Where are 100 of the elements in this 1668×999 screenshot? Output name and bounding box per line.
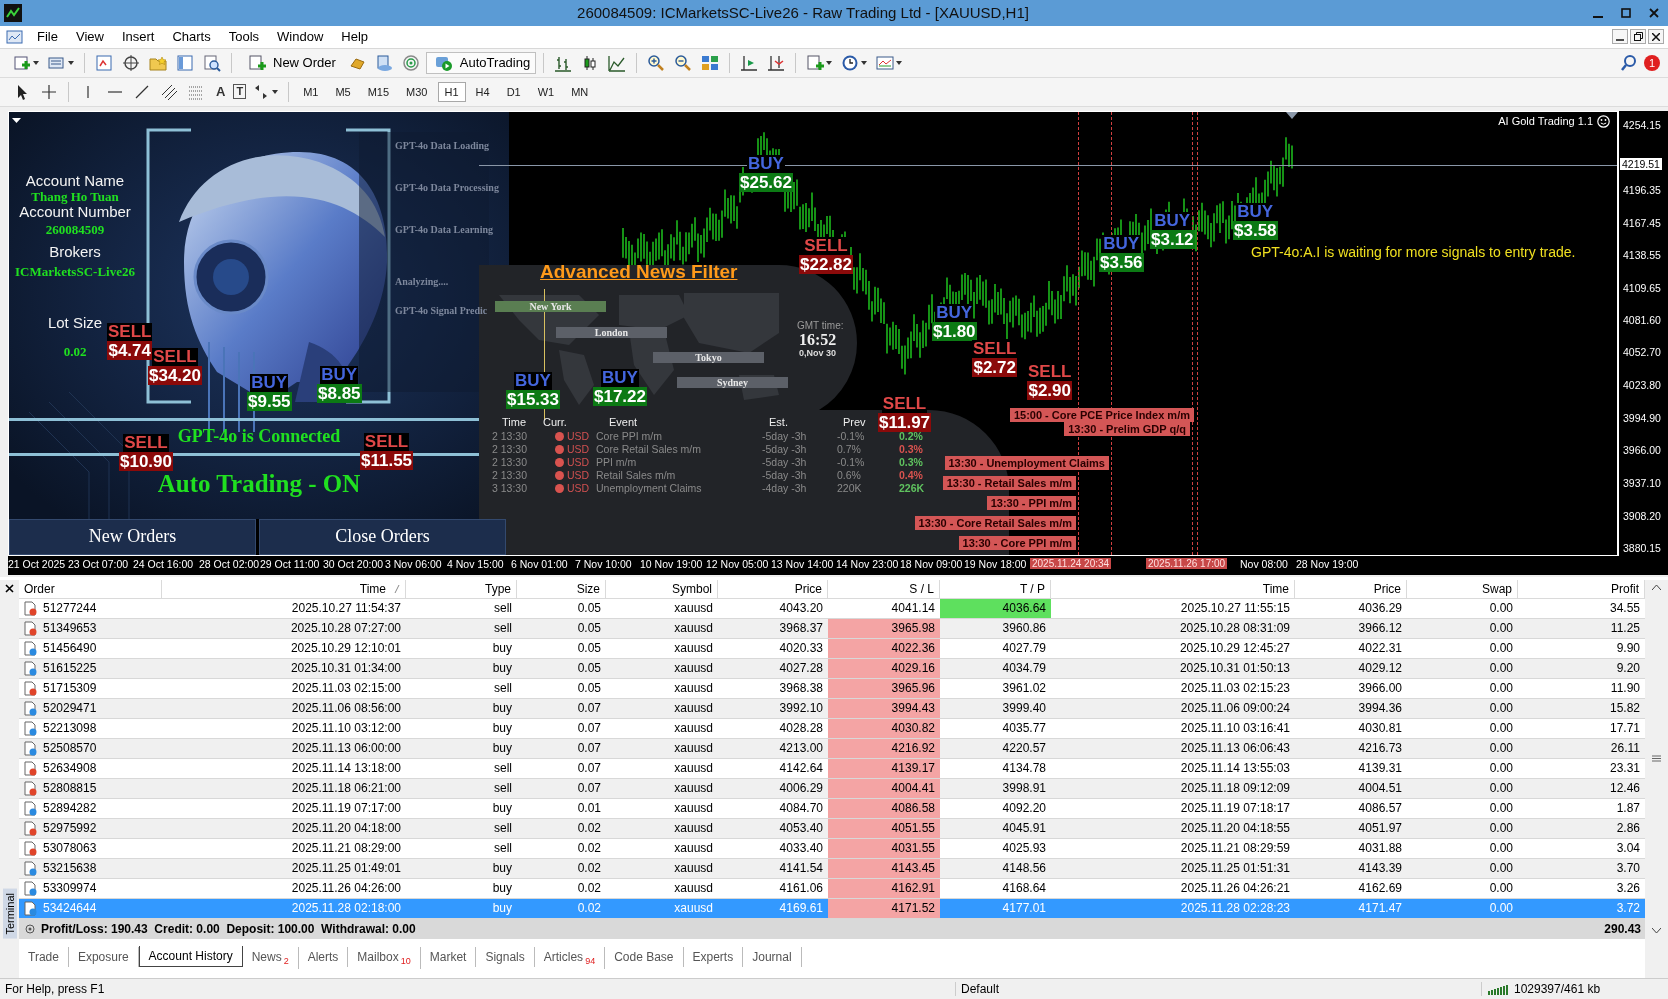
new-order-icon[interactable] — [248, 53, 266, 72]
table-cell[interactable]: 51456490 — [19, 638, 162, 659]
close-button[interactable] — [1648, 29, 1664, 45]
scrollbar[interactable] — [1645, 579, 1668, 979]
new-chart-icon[interactable] — [13, 53, 31, 72]
caret-icon[interactable] — [33, 60, 39, 65]
autotrading-button[interactable]: AutoTrading — [425, 51, 537, 74]
grip-icon[interactable] — [1652, 755, 1661, 763]
timeframe-button[interactable]: H1 — [437, 81, 466, 102]
new-order-button[interactable]: New Order — [239, 51, 342, 74]
notification-badge[interactable]: 1 — [1644, 54, 1660, 71]
timeframe-button[interactable]: W1 — [530, 81, 562, 102]
column-header[interactable]: Time — [162, 579, 406, 599]
crosshair-icon[interactable] — [122, 53, 140, 72]
scroll-down-icon[interactable] — [1652, 928, 1661, 935]
menu-item[interactable]: View — [66, 27, 113, 47]
caret-icon[interactable] — [68, 60, 74, 65]
signal-icon[interactable] — [401, 53, 420, 72]
order-icon — [24, 660, 37, 676]
timeframe-button[interactable]: D1 — [499, 81, 528, 102]
table-cell[interactable]: 52975992 — [19, 818, 162, 839]
table-cell[interactable]: 52508570 — [19, 738, 162, 759]
terminal-tab[interactable]: Experts — [683, 946, 744, 967]
price-axis-label: 4167.45 — [1623, 216, 1661, 229]
minimize-button[interactable] — [1612, 29, 1628, 45]
channel-icon[interactable] — [160, 82, 178, 101]
restore-button[interactable] — [1630, 29, 1646, 45]
chart-shift-marker-icon[interactable] — [1286, 111, 1298, 119]
indicators-icon[interactable] — [806, 53, 825, 72]
table-cell[interactable]: 52808815 — [19, 778, 162, 799]
scroll-up-icon[interactable] — [1652, 583, 1661, 590]
terminal-tab[interactable]: Code Base — [605, 946, 684, 967]
caret-icon[interactable] — [896, 60, 903, 65]
column-header[interactable]: S / L — [828, 579, 940, 599]
menu-item[interactable]: Tools — [219, 27, 269, 47]
terminal-tab[interactable]: Mailbox $_{10}$ — [348, 946, 421, 970]
timeframe-button[interactable]: M15 — [360, 81, 397, 102]
terminal-tab[interactable]: Exposure — [68, 946, 139, 967]
status-line: GPT-4o Data Loading — [395, 139, 490, 151]
terminal-tab[interactable]: Market — [420, 946, 477, 967]
text-tool[interactable]: A — [211, 84, 231, 100]
terminal-tab[interactable]: Journal — [743, 946, 802, 967]
timeframe-button[interactable]: H4 — [468, 81, 497, 102]
chart-shift-icon[interactable] — [740, 53, 759, 72]
terminal-tab[interactable]: Account History — [138, 945, 243, 967]
caret-icon[interactable] — [272, 89, 279, 94]
search-icon[interactable] — [1620, 53, 1638, 72]
chart-window-icon[interactable] — [6, 28, 24, 45]
terminal-tab[interactable]: News $_{2}$ — [242, 946, 299, 970]
clock-icon[interactable] — [841, 53, 860, 72]
timeframe-button[interactable]: M1 — [296, 81, 326, 102]
menu-item[interactable]: Charts — [163, 27, 220, 47]
terminal-tab[interactable]: Alerts — [298, 946, 349, 967]
market-watch-icon[interactable] — [95, 53, 113, 72]
table-cell[interactable]: 52894282 — [19, 798, 162, 819]
table-cell[interactable]: 51715309 — [19, 678, 162, 699]
close-icon[interactable] — [5, 583, 14, 593]
cloud-icon[interactable] — [374, 53, 393, 72]
timeframe-button[interactable]: M5 — [328, 81, 358, 102]
zoom-in-icon[interactable] — [647, 53, 666, 72]
terminal-tab[interactable]: Signals — [476, 946, 535, 967]
caret-icon[interactable] — [826, 60, 833, 65]
terminal-tab[interactable]: Trade — [19, 946, 69, 967]
table-cell[interactable]: 51615225 — [19, 658, 162, 679]
table-cell[interactable]: 52634908 — [19, 758, 162, 779]
column-header[interactable]: Price — [1295, 579, 1407, 599]
autoscroll-icon[interactable] — [767, 53, 786, 72]
table-cell[interactable]: 52029471 — [19, 698, 162, 719]
caret-icon[interactable] — [861, 60, 868, 65]
terminal-tab[interactable]: Articles $_{94}$ — [534, 946, 606, 970]
table-cell[interactable]: 53078063 — [19, 838, 162, 859]
tester-icon[interactable] — [203, 53, 221, 72]
table-cell[interactable]: 53215638 — [19, 858, 162, 879]
menu-item[interactable]: Insert — [112, 27, 164, 47]
menu-item[interactable]: Window — [268, 27, 333, 47]
timeframe-button[interactable]: MN — [564, 81, 596, 102]
column-header[interactable]: Time — [1051, 579, 1295, 599]
text-label-tool[interactable]: T — [233, 84, 247, 100]
zoom-out-icon[interactable] — [674, 53, 693, 72]
menu-item[interactable]: Help — [332, 27, 378, 47]
menu-item[interactable]: File — [28, 27, 67, 47]
template-icon[interactable] — [876, 53, 895, 72]
column-header[interactable]: Price — [718, 579, 828, 599]
column-header[interactable]: Size — [517, 579, 606, 599]
table-cell[interactable]: 52213098 — [19, 718, 162, 739]
dropdown-arrow-icon[interactable] — [12, 117, 21, 123]
column-header[interactable]: Type — [406, 579, 517, 599]
timeframe-button[interactable]: M30 — [399, 81, 435, 102]
table-cell[interactable]: 51277244 — [19, 598, 162, 619]
table-cell[interactable]: 53309974 — [19, 878, 162, 899]
column-header[interactable]: Swap — [1407, 579, 1518, 599]
column-header[interactable]: Order — [19, 579, 162, 599]
column-header[interactable]: Symbol — [606, 579, 718, 599]
tile-windows-icon[interactable] — [701, 53, 720, 72]
line-chart-icon[interactable] — [608, 53, 627, 72]
column-header[interactable]: T / P — [940, 579, 1051, 599]
panel-button[interactable]: Close Orders — [259, 518, 506, 555]
panel-button[interactable]: New Orders — [9, 518, 256, 555]
navigator-icon[interactable] — [176, 53, 194, 72]
table-cell[interactable]: 51349653 — [19, 618, 162, 639]
